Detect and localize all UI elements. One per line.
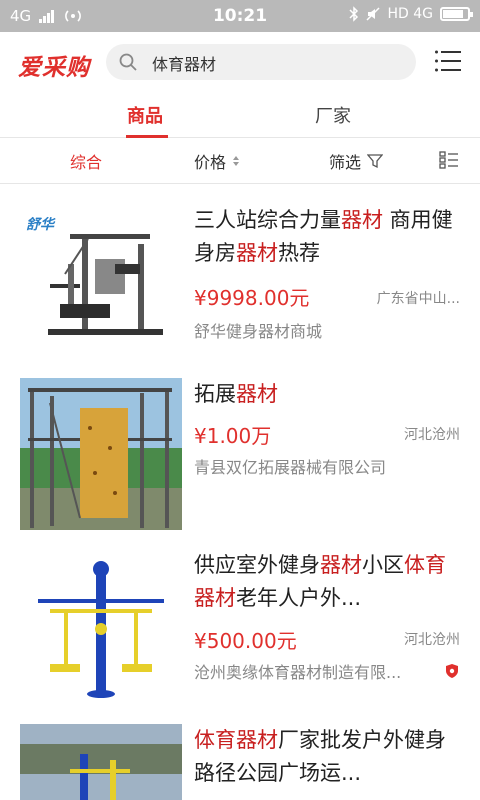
product-item[interactable]: 舒华 三人站综合力量器材 商用健身房器材热荐 ¥9998.00元 广东省中山..… bbox=[0, 204, 480, 364]
outdoor-equipment-image bbox=[20, 549, 182, 701]
product-image-gym-station[interactable]: 舒华 bbox=[20, 204, 182, 356]
right-network-label: HD 4G bbox=[387, 6, 433, 22]
product-info: 体育器材厂家批发户外健身路径公园广场运... bbox=[194, 724, 460, 800]
product-info: 三人站综合力量器材 商用健身房器材热荐 ¥9998.00元 广东省中山... 舒… bbox=[194, 204, 460, 356]
tab-bar: 商品 厂家 bbox=[0, 92, 480, 138]
product-price: ¥9998.00元 bbox=[194, 286, 310, 310]
product-price: ¥500.00元 bbox=[194, 629, 297, 653]
title-text: 热荐 bbox=[278, 241, 320, 265]
title-text: 三人站综合力量 bbox=[194, 208, 341, 232]
filter-screen-label: 筛选 bbox=[329, 153, 362, 172]
product-item[interactable]: 拓展器材 ¥1.00万 河北沧州 青县双亿拓展器械有限公司 bbox=[0, 378, 480, 530]
title-keyword-highlight: 器材 bbox=[236, 382, 278, 406]
title-keyword-highlight: 器材 bbox=[320, 553, 362, 577]
tab-manufacturers[interactable]: 厂家 bbox=[315, 102, 351, 128]
product-region: 河北沧州 bbox=[404, 632, 460, 648]
product-shop[interactable]: 青县双亿拓展器械有限公司 bbox=[194, 454, 386, 478]
search-bar[interactable]: 体育器材 bbox=[106, 44, 416, 80]
battery-level bbox=[443, 10, 463, 18]
search-input[interactable]: 体育器材 bbox=[152, 51, 216, 75]
menu-icon[interactable] bbox=[435, 50, 461, 72]
title-text: 拓展 bbox=[194, 382, 236, 406]
shield-badge-icon bbox=[446, 664, 458, 678]
search-icon bbox=[119, 53, 137, 71]
filter-price[interactable]: 价格 bbox=[194, 149, 240, 173]
product-image-climbing-frame[interactable] bbox=[20, 378, 182, 530]
product-title[interactable]: 体育器材厂家批发户外健身路径公园广场运... bbox=[194, 724, 460, 790]
product-shop[interactable]: 舒华健身器材商城 bbox=[194, 318, 322, 342]
product-info: 拓展器材 ¥1.00万 河北沧州 青县双亿拓展器械有限公司 bbox=[194, 378, 460, 530]
tab-products[interactable]: 商品 bbox=[127, 102, 163, 128]
filter-comprehensive-label: 综合 bbox=[70, 153, 103, 172]
filter-comprehensive[interactable]: 综合 bbox=[70, 149, 102, 173]
product-region: 河北沧州 bbox=[404, 427, 460, 443]
title-text: 老年人户外... bbox=[236, 586, 362, 610]
status-bar: 4G 10:21 HD 4G bbox=[0, 0, 480, 32]
app-header: 爱采购 体育器材 bbox=[0, 32, 480, 92]
gym-station-image: 舒华 bbox=[20, 204, 182, 356]
mute-icon bbox=[366, 7, 381, 21]
filter-bar: 综合 价格 筛选 bbox=[0, 138, 480, 184]
bluetooth-icon bbox=[349, 6, 359, 22]
product-title[interactable]: 三人站综合力量器材 商用健身房器材热荐 bbox=[194, 204, 460, 270]
title-text: 小区 bbox=[362, 553, 404, 577]
filter-screen[interactable]: 筛选 bbox=[329, 149, 384, 173]
battery-icon bbox=[440, 7, 473, 21]
climbing-frame-image bbox=[20, 378, 182, 530]
product-item[interactable]: 供应室外健身器材小区体育器材老年人户外... ¥500.00元 河北沧州 沧州奥… bbox=[0, 549, 480, 709]
list-view-icon[interactable] bbox=[439, 151, 459, 169]
product-price: ¥1.00万 bbox=[194, 424, 272, 448]
title-keyword-highlight: 体育器材 bbox=[194, 728, 278, 752]
sort-icon bbox=[233, 156, 240, 166]
product-shop[interactable]: 沧州奥缘体育器材制造有限... bbox=[194, 659, 401, 683]
filter-funnel-icon bbox=[367, 154, 384, 169]
app-logo[interactable]: 爱采购 bbox=[18, 48, 90, 82]
product-title[interactable]: 拓展器材 bbox=[194, 378, 460, 411]
product-image-outdoor-equipment[interactable] bbox=[20, 549, 182, 701]
title-keyword-highlight: 器材 bbox=[236, 241, 278, 265]
product-title[interactable]: 供应室外健身器材小区体育器材老年人户外... bbox=[194, 549, 460, 615]
product-info: 供应室外健身器材小区体育器材老年人户外... ¥500.00元 河北沧州 沧州奥… bbox=[194, 549, 460, 701]
product-item[interactable]: 体育器材厂家批发户外健身路径公园广场运... bbox=[0, 724, 480, 800]
fitness-path-image bbox=[20, 724, 182, 800]
product-image-fitness-path[interactable] bbox=[20, 724, 182, 800]
title-text: 供应室外健身 bbox=[194, 553, 320, 577]
brand-logo: 舒华 bbox=[26, 216, 56, 232]
title-keyword-highlight: 器材 bbox=[341, 208, 383, 232]
product-region: 广东省中山... bbox=[376, 291, 460, 307]
filter-price-label: 价格 bbox=[194, 153, 227, 172]
